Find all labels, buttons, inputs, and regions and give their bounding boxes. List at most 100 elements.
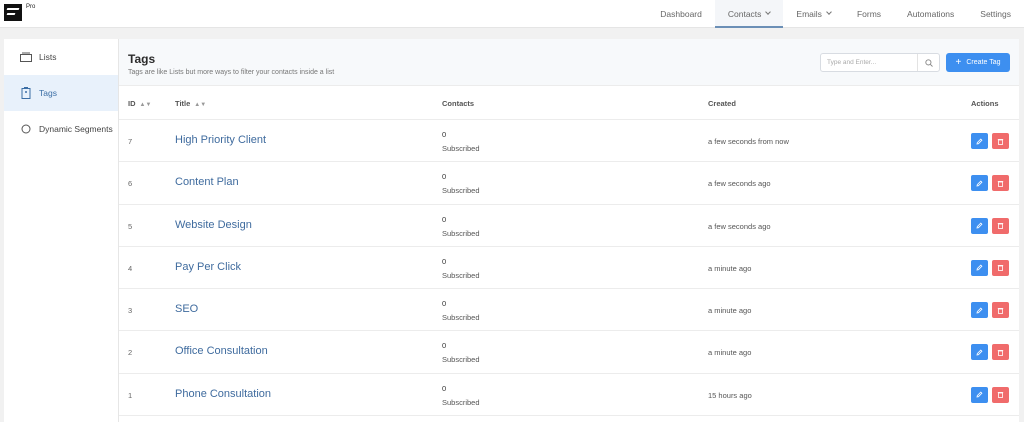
- search-button[interactable]: [917, 54, 939, 71]
- chevron-down-icon: [826, 9, 832, 15]
- column-id-label: ID: [128, 99, 136, 108]
- row-created: a few seconds ago: [708, 221, 771, 231]
- nav-automations[interactable]: Automations: [894, 0, 967, 28]
- row-created: a few seconds ago: [708, 179, 771, 189]
- edit-button[interactable]: [971, 259, 988, 276]
- nav-settings[interactable]: Settings: [967, 0, 1024, 28]
- row-contact-status: Subscribed: [442, 186, 480, 196]
- row-contact-status: Subscribed: [442, 355, 480, 365]
- delete-button[interactable]: [992, 386, 1009, 403]
- pencil-icon: [976, 180, 983, 187]
- delete-button[interactable]: [992, 344, 1009, 361]
- trash-icon: [997, 223, 1004, 229]
- row-created: 15 hours ago: [708, 390, 752, 400]
- plus-icon: +: [955, 56, 962, 68]
- nav-forms[interactable]: Forms: [844, 0, 894, 28]
- row-title-link[interactable]: Content Plan: [175, 176, 239, 188]
- sidebar-item-lists[interactable]: Lists: [4, 39, 118, 75]
- row-title-link[interactable]: Phone Consultation: [175, 388, 271, 400]
- delete-button[interactable]: [992, 259, 1009, 276]
- nav-dashboard[interactable]: Dashboard: [647, 0, 715, 28]
- row-contact-count: 0: [442, 172, 447, 182]
- nav-emails-label: Emails: [796, 9, 822, 19]
- search-input[interactable]: [821, 54, 917, 71]
- column-created: Created: [708, 99, 736, 108]
- delete-button[interactable]: [992, 217, 1009, 234]
- edit-button[interactable]: [971, 175, 988, 192]
- top-bar: Pro Dashboard Contacts Emails Forms Auto…: [0, 0, 1024, 28]
- sidebar-item-dynamic-segments[interactable]: Dynamic Segments: [4, 111, 118, 147]
- nav-forms-label: Forms: [856, 9, 882, 19]
- row-id: 3: [128, 306, 133, 316]
- pencil-icon: [976, 264, 983, 271]
- delete-button[interactable]: [992, 175, 1009, 192]
- trash-icon: [997, 307, 1004, 314]
- table-body: 7 High Priority Client 0 Subscribed a fe…: [119, 120, 1019, 417]
- row-contact-count: 0: [442, 341, 447, 351]
- segment-icon: [19, 122, 33, 136]
- sidebar-item-label: Dynamic Segments: [39, 124, 113, 134]
- row-title-link[interactable]: Office Consultation: [175, 345, 268, 357]
- row-contact-status: Subscribed: [442, 270, 480, 280]
- nav-automations-label: Automations: [907, 9, 955, 19]
- pencil-icon: [976, 307, 983, 314]
- table-row: 1 Phone Consultation 0 Subscribed 15 hou…: [119, 374, 1019, 417]
- column-title[interactable]: Title ▲▼: [175, 99, 206, 108]
- page-title: Tags: [128, 52, 156, 66]
- edit-button[interactable]: [971, 344, 988, 361]
- pencil-icon: [976, 222, 983, 229]
- delete-button[interactable]: [992, 133, 1009, 149]
- pencil-icon: [976, 391, 983, 398]
- nav-contacts[interactable]: Contacts: [714, 0, 784, 28]
- pro-badge: Pro: [26, 4, 36, 10]
- row-id: 6: [128, 179, 133, 189]
- table-row: 4 Pay Per Click 0 Subscribed a minute ag…: [119, 247, 1019, 290]
- main-panel: Tags Tags are like Lists but more ways t…: [118, 39, 1019, 422]
- row-contact-count: 0: [442, 214, 447, 224]
- delete-button[interactable]: [992, 302, 1009, 319]
- page-header: Tags Tags are like Lists but more ways t…: [119, 39, 1019, 86]
- row-contact-status: Subscribed: [442, 313, 480, 323]
- sort-icon: ▲▼: [139, 102, 152, 108]
- row-title-link[interactable]: Pay Per Click: [175, 261, 241, 273]
- edit-button[interactable]: [971, 302, 988, 319]
- logo-icon[interactable]: [4, 4, 22, 21]
- table-row: 6 Content Plan 0 Subscribed a few second…: [119, 162, 1019, 205]
- trash-icon: [997, 392, 1004, 399]
- row-title-link[interactable]: Website Design: [175, 219, 252, 231]
- row-title-link[interactable]: SEO: [175, 303, 198, 315]
- table-row: 3 SEO 0 Subscribed a minute ago: [119, 289, 1019, 332]
- nav-emails[interactable]: Emails: [783, 0, 844, 28]
- create-tag-button[interactable]: + Create Tag: [946, 53, 1010, 72]
- column-actions: Actions: [971, 99, 999, 108]
- row-id: 5: [128, 221, 133, 231]
- column-id[interactable]: ID ▲▼: [128, 99, 151, 108]
- search-icon: [924, 58, 933, 67]
- row-created: a minute ago: [708, 306, 752, 316]
- row-contact-status: Subscribed: [442, 144, 480, 153]
- table-row: 5 Website Design 0 Subscribed a few seco…: [119, 205, 1019, 247]
- row-id: 1: [128, 390, 133, 400]
- folder-icon: [19, 50, 33, 64]
- table-row: 2 Office Consultation 0 Subscribed a min…: [119, 331, 1019, 374]
- table-row: 7 High Priority Client 0 Subscribed a fe…: [119, 120, 1019, 163]
- row-title-link[interactable]: High Priority Client: [175, 134, 266, 146]
- edit-button[interactable]: [971, 386, 988, 403]
- sidebar-item-label: Lists: [39, 52, 57, 62]
- row-contact-status: Subscribed: [442, 397, 480, 407]
- main-nav: Dashboard Contacts Emails Forms Automati…: [647, 0, 1024, 28]
- pencil-icon: [976, 349, 983, 356]
- edit-button[interactable]: [971, 133, 988, 149]
- sidebar-item-tags[interactable]: Tags: [4, 75, 118, 111]
- pencil-icon: [976, 138, 983, 145]
- search-box: [820, 53, 940, 72]
- row-id: 4: [128, 263, 133, 273]
- row-id: 2: [128, 348, 133, 358]
- column-title-label: Title: [175, 99, 191, 108]
- sidebar-item-label: Tags: [39, 88, 57, 98]
- sidebar: Lists Tags Dynamic Segments: [4, 39, 118, 422]
- trash-icon: [997, 180, 1004, 187]
- row-created: a minute ago: [708, 263, 752, 273]
- edit-button[interactable]: [971, 217, 988, 234]
- chevron-down-icon: [765, 9, 772, 15]
